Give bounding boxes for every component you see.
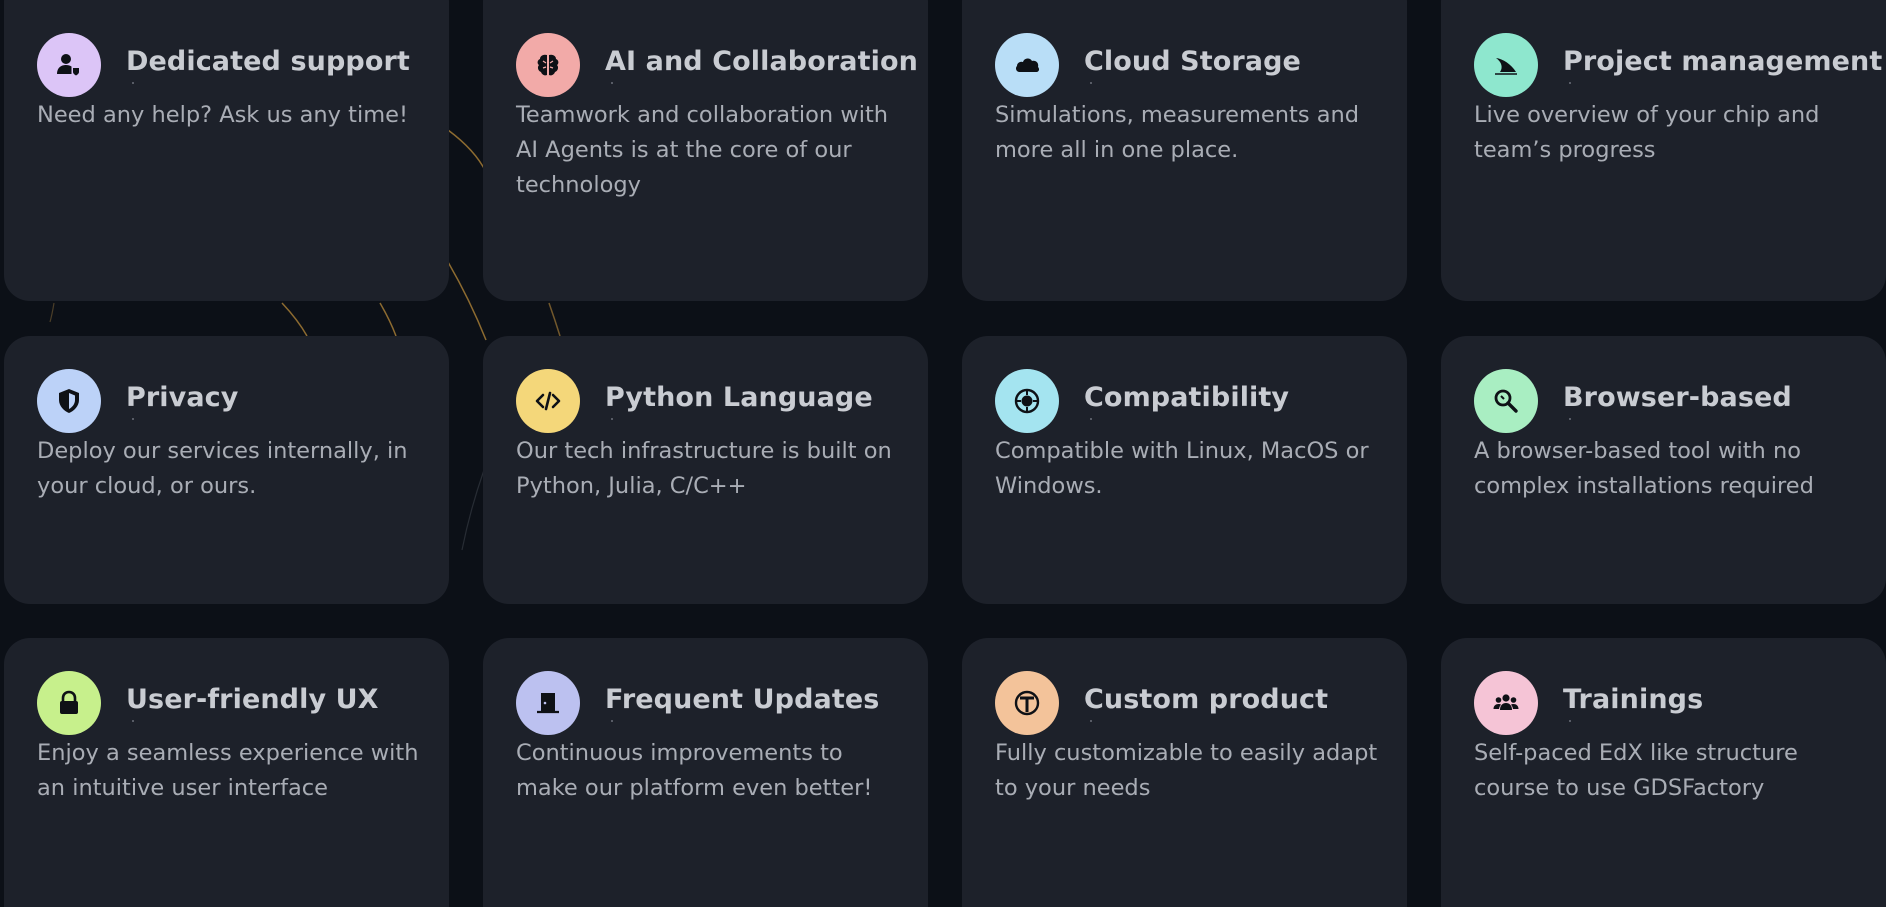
icon-badge bbox=[37, 671, 101, 735]
door-icon bbox=[537, 693, 559, 714]
feature-title: Browser-based bbox=[1563, 382, 1792, 413]
shark-fin-icon bbox=[1495, 58, 1517, 75]
feature-description: Fully customizable to easily adapt to yo… bbox=[995, 740, 1378, 801]
feature-description: Teamwork and collaboration with AI Agent… bbox=[516, 102, 889, 198]
feature-card-custom-product: Custom product Fully customizable to eas… bbox=[962, 638, 1407, 907]
feature-title: Trainings bbox=[1563, 684, 1704, 715]
feature-card-privacy: Privacy Deploy our services internally, … bbox=[4, 336, 449, 604]
feature-card-ai-collaboration: AI and Collaboration Teamwork and collab… bbox=[483, 0, 928, 301]
feature-card-browser-based: Browser-based A browser-based tool with … bbox=[1441, 336, 1886, 604]
icon-badge bbox=[1474, 33, 1538, 97]
divider-dot bbox=[611, 720, 613, 722]
brain-icon bbox=[537, 54, 559, 76]
feature-card-trainings: Trainings Self-paced EdX like structure … bbox=[1441, 638, 1886, 907]
divider-dot bbox=[1090, 82, 1092, 84]
shield-icon bbox=[59, 389, 79, 413]
feature-card-user-friendly-ux: User-friendly UX Enjoy a seamless experi… bbox=[4, 638, 449, 907]
divider-dot bbox=[132, 720, 134, 722]
code-icon bbox=[535, 391, 561, 411]
feature-title: AI and Collaboration bbox=[605, 46, 918, 77]
feature-title: Compatibility bbox=[1084, 382, 1290, 413]
chip-icon bbox=[1014, 388, 1040, 414]
icon-badge bbox=[995, 671, 1059, 735]
feature-description: Our tech infrastructure is built on Pyth… bbox=[516, 438, 892, 499]
feature-description: Compatible with Linux, MacOS or Windows. bbox=[995, 438, 1369, 499]
divider-dot bbox=[132, 82, 134, 84]
feature-card-dedicated-support: Dedicated support Need any help? Ask us … bbox=[4, 0, 449, 301]
feature-description: Need any help? Ask us any time! bbox=[37, 102, 408, 128]
feature-description: Self-paced EdX like structure course to … bbox=[1474, 740, 1798, 801]
icon-badge bbox=[37, 33, 101, 97]
feature-card-frequent-updates: Frequent Updates Continuous improvements… bbox=[483, 638, 928, 907]
divider-dot bbox=[1569, 418, 1571, 420]
divider-dot bbox=[1090, 720, 1092, 722]
t-circle-icon bbox=[1014, 690, 1040, 716]
icon-badge bbox=[516, 671, 580, 735]
user-support-icon bbox=[57, 54, 79, 76]
feature-card-python-language: Python Language Our tech infrastructure … bbox=[483, 336, 928, 604]
icon-badge bbox=[516, 369, 580, 433]
feature-title: Privacy bbox=[126, 382, 239, 413]
feature-title: Custom product bbox=[1084, 684, 1329, 715]
feature-description: Live overview of your chip and team’s pr… bbox=[1474, 102, 1820, 163]
divider-dot bbox=[1569, 720, 1571, 722]
divider-dot bbox=[611, 418, 613, 420]
feature-title: User-friendly UX bbox=[126, 684, 379, 715]
feature-title: Frequent Updates bbox=[605, 684, 880, 715]
divider-dot bbox=[132, 418, 134, 420]
feature-card-project-management: Project management Live overview of your… bbox=[1441, 0, 1886, 301]
icon-badge bbox=[995, 369, 1059, 433]
lock-icon bbox=[60, 690, 78, 714]
search-icon bbox=[1494, 389, 1518, 413]
cloud-icon bbox=[1016, 58, 1040, 72]
feature-description: Simulations, measurements and more all i… bbox=[995, 102, 1360, 163]
divider-dot bbox=[611, 82, 613, 84]
icon-badge bbox=[1474, 671, 1538, 735]
users-icon bbox=[1493, 694, 1519, 710]
icon-badge bbox=[37, 369, 101, 433]
feature-description: A browser-based tool with no complex ins… bbox=[1474, 438, 1814, 499]
features-grid: Dedicated support Need any help? Ask us … bbox=[0, 0, 1886, 907]
feature-description: Deploy our services internally, in your … bbox=[37, 438, 408, 499]
feature-card-compatibility: Compatibility Compatible with Linux, Mac… bbox=[962, 336, 1407, 604]
feature-description: Enjoy a seamless experience with an intu… bbox=[37, 740, 419, 801]
icon-badge bbox=[1474, 369, 1538, 433]
icon-badge bbox=[995, 33, 1059, 97]
feature-title: Dedicated support bbox=[126, 46, 410, 77]
feature-card-cloud-storage: Cloud Storage Simulations, measurements … bbox=[962, 0, 1407, 301]
feature-title: Project management bbox=[1563, 46, 1883, 77]
divider-dot bbox=[1090, 418, 1092, 420]
feature-title: Python Language bbox=[605, 382, 873, 413]
feature-description: Continuous improvements to make our plat… bbox=[516, 740, 873, 801]
icon-badge bbox=[516, 33, 580, 97]
feature-title: Cloud Storage bbox=[1084, 46, 1301, 77]
divider-dot bbox=[1569, 82, 1571, 84]
